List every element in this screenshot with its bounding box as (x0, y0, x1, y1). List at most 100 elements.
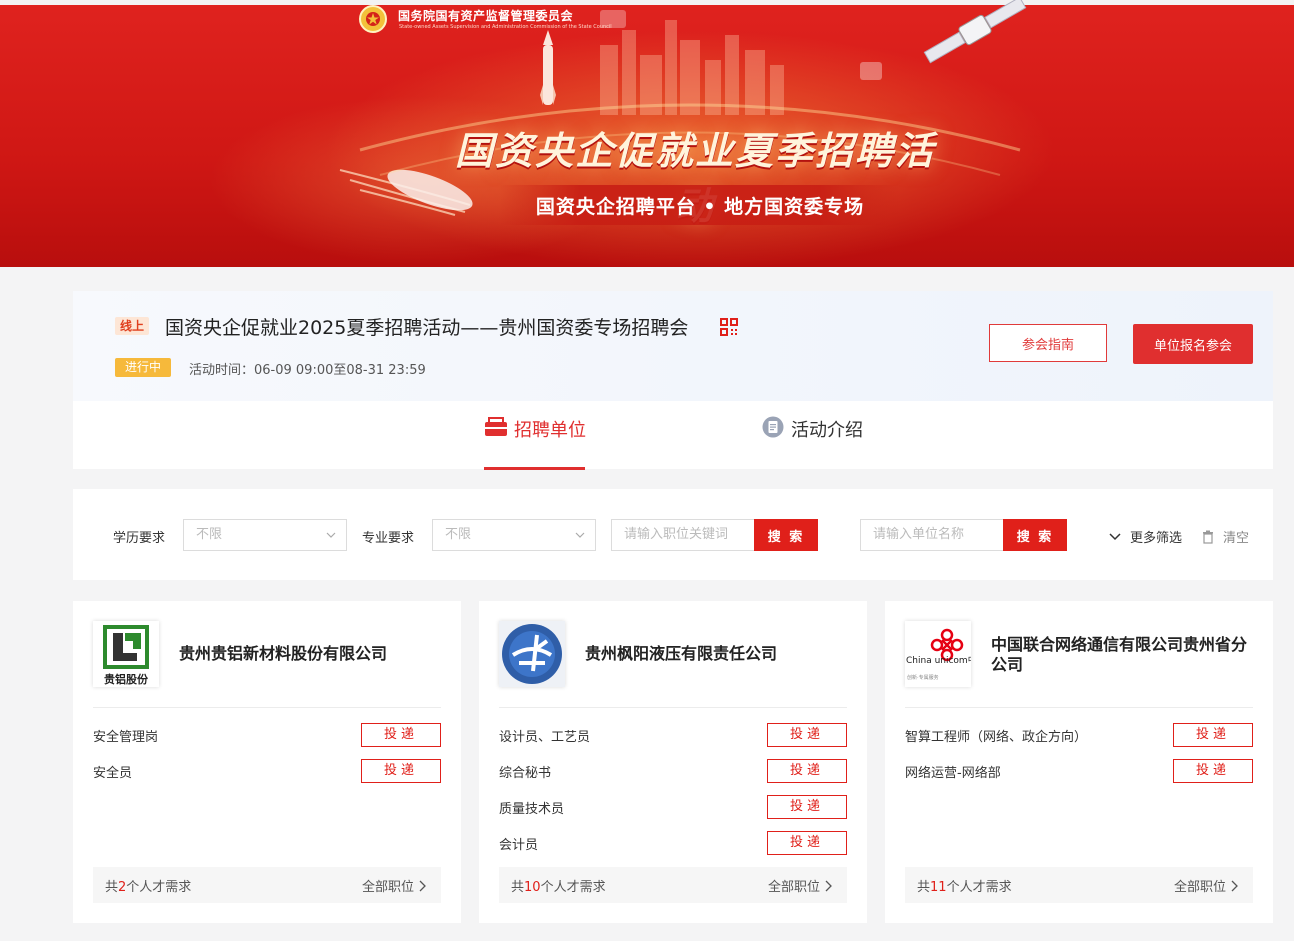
job-row[interactable]: 安全管理岗 投递 (93, 723, 441, 747)
hero-banner: 国务院国有资产监督管理委员会 State-owned Assets Superv… (0, 0, 1294, 267)
demand-count: 共10个人才需求 (511, 880, 606, 895)
company-card[interactable]: 贵州枫阳液压有限责任公司 设计员、工艺员 投递 综合秘书 投递 质量技术员 投递… (479, 601, 867, 923)
activity-card: 线上 国资央企促就业2025夏季招聘活动——贵州国资委专场招聘会 进行中 活动时… (73, 291, 1273, 470)
company-logo: 贵铝股份 (93, 621, 159, 687)
job-title[interactable]: 智算工程师（网络、政企方向） (905, 726, 1087, 745)
job-row[interactable]: 质量技术员 投递 (499, 795, 847, 819)
chevron-down-icon (575, 532, 585, 538)
activity-title: 国资央企促就业2025夏季招聘活动——贵州国资委专场招聘会 (165, 317, 689, 339)
job-row[interactable]: 会计员 投递 (499, 831, 847, 855)
education-label: 学历要求 (113, 531, 166, 546)
job-row[interactable]: 安全员 投递 (93, 759, 441, 783)
more-filters-toggle[interactable]: 更多筛选 (1108, 527, 1182, 546)
job-title[interactable]: 安全管理岗 (93, 726, 158, 745)
org-name: 国务院国有资产监督管理委员会 (398, 9, 574, 23)
card-footer: 共2个人才需求 全部职位 (93, 867, 441, 903)
company-name[interactable]: 贵州枫阳液压有限责任公司 (585, 644, 855, 664)
major-select[interactable]: 不限 (432, 519, 596, 551)
company-name-input[interactable]: 请输入单位名称 (860, 519, 1003, 551)
major-value: 不限 (445, 527, 472, 542)
job-title[interactable]: 设计员、工艺员 (499, 726, 590, 745)
chevron-right-icon (1231, 880, 1238, 891)
guide-button[interactable]: 参会指南 (989, 324, 1107, 362)
tab-activity-intro[interactable]: 活动介绍 (761, 416, 863, 468)
apply-button[interactable]: 投递 (1173, 723, 1253, 747)
company-logo: China unicom中国联通 创新·专属服务 (905, 621, 971, 687)
national-emblem-icon (359, 5, 387, 33)
job-title[interactable]: 会计员 (499, 834, 538, 853)
job-title[interactable]: 安全员 (93, 762, 132, 781)
apply-button[interactable]: 投递 (361, 723, 441, 747)
company-name[interactable]: 中国联合网络通信有限公司贵州省分公司 (991, 635, 1261, 675)
chevron-down-icon (326, 532, 336, 538)
tab-label: 活动介绍 (791, 420, 863, 441)
apply-button[interactable]: 投递 (767, 795, 847, 819)
svg-text:创新·专属服务: 创新·专属服务 (907, 674, 939, 681)
fengyang-logo-icon (499, 621, 565, 687)
job-row[interactable]: 智算工程师（网络、政企方向） 投递 (905, 723, 1253, 747)
count-number: 10 (524, 880, 541, 895)
education-select[interactable]: 不限 (183, 519, 347, 551)
all-jobs-link[interactable]: 全部职位 (1174, 876, 1239, 895)
document-icon (762, 416, 784, 438)
clear-filters-button[interactable]: 清空 (1201, 527, 1249, 546)
demand-count: 共11个人才需求 (917, 880, 1012, 895)
divider (905, 707, 1253, 708)
all-jobs-link[interactable]: 全部职位 (362, 876, 427, 895)
major-label: 专业要求 (362, 531, 415, 546)
clear-label: 清空 (1223, 531, 1250, 546)
job-title[interactable]: 综合秘书 (499, 762, 551, 781)
all-jobs-label: 全部职位 (361, 880, 414, 895)
apply-button[interactable]: 投递 (767, 831, 847, 855)
tab-label: 招聘单位 (514, 420, 586, 441)
apply-button[interactable]: 投递 (767, 759, 847, 783)
divider (93, 707, 441, 708)
card-footer: 共10个人才需求 全部职位 (499, 867, 847, 903)
all-jobs-label: 全部职位 (767, 880, 820, 895)
divider (499, 707, 847, 708)
satellite-illustration (923, 0, 1027, 64)
company-name[interactable]: 贵州贵铝新材料股份有限公司 (179, 644, 449, 664)
banner-subtitle: 国资央企招聘平台 • 地方国资委专场 (535, 196, 865, 218)
apply-button[interactable]: 投递 (361, 759, 441, 783)
briefcase-icon (485, 417, 507, 436)
job-keyword-input[interactable]: 请输入职位关键词 (611, 519, 754, 551)
chevron-right-icon (825, 880, 832, 891)
qr-code-icon[interactable] (720, 318, 738, 336)
education-value: 不限 (196, 527, 223, 542)
company-logo (499, 621, 565, 687)
card-footer: 共11个人才需求 全部职位 (905, 867, 1253, 903)
chevron-down-icon (1109, 532, 1121, 540)
online-tag: 线上 (115, 317, 150, 335)
all-jobs-link[interactable]: 全部职位 (768, 876, 833, 895)
demand-count: 共2个人才需求 (105, 880, 192, 895)
status-badge: 进行中 (115, 358, 172, 377)
logo-text: 贵铝股份 (104, 672, 149, 686)
count-number: 11 (930, 880, 947, 895)
job-row[interactable]: 设计员、工艺员 投递 (499, 723, 847, 747)
rocket-illustration (540, 30, 556, 105)
job-row[interactable]: 综合秘书 投递 (499, 759, 847, 783)
china-unicom-logo-icon: China unicom中国联通 创新·专属服务 (905, 621, 971, 687)
logo-text: China unicom中国联通 (906, 654, 971, 666)
all-jobs-label: 全部职位 (1173, 880, 1226, 895)
apply-button[interactable]: 投递 (1173, 759, 1253, 783)
org-name-en: State-owned Assets Supervision and Admin… (399, 24, 612, 30)
job-title[interactable]: 网络运营-网络部 (905, 762, 1001, 781)
job-row[interactable]: 网络运营-网络部 投递 (905, 759, 1253, 783)
job-search-button[interactable]: 搜 索 (754, 519, 818, 551)
trash-icon (1203, 530, 1213, 544)
tab-recruiting-units[interactable]: 招聘单位 (484, 416, 586, 470)
activity-time: 活动时间：06-09 09:00至08-31 23:59 (189, 363, 426, 378)
filter-bar: 学历要求 不限 专业要求 不限 请输入职位关键词 搜 索 请输入单位名称 搜 索… (73, 489, 1273, 580)
activity-header: 线上 国资央企促就业2025夏季招聘活动——贵州国资委专场招聘会 进行中 活动时… (73, 291, 1273, 401)
company-card[interactable]: 贵铝股份 贵州贵铝新材料股份有限公司 安全管理岗 投递 安全员 投递 共2个人才… (73, 601, 461, 923)
job-title[interactable]: 质量技术员 (499, 798, 564, 817)
chevron-right-icon (419, 880, 426, 891)
apply-button[interactable]: 投递 (767, 723, 847, 747)
company-card[interactable]: China unicom中国联通 创新·专属服务 中国联合网络通信有限公司贵州省… (885, 601, 1273, 923)
register-unit-button[interactable]: 单位报名参会 (1133, 324, 1253, 364)
more-filters-label: 更多筛选 (1130, 531, 1183, 546)
guilv-logo-icon: 贵铝股份 (103, 625, 149, 686)
company-search-button[interactable]: 搜 索 (1003, 519, 1067, 551)
